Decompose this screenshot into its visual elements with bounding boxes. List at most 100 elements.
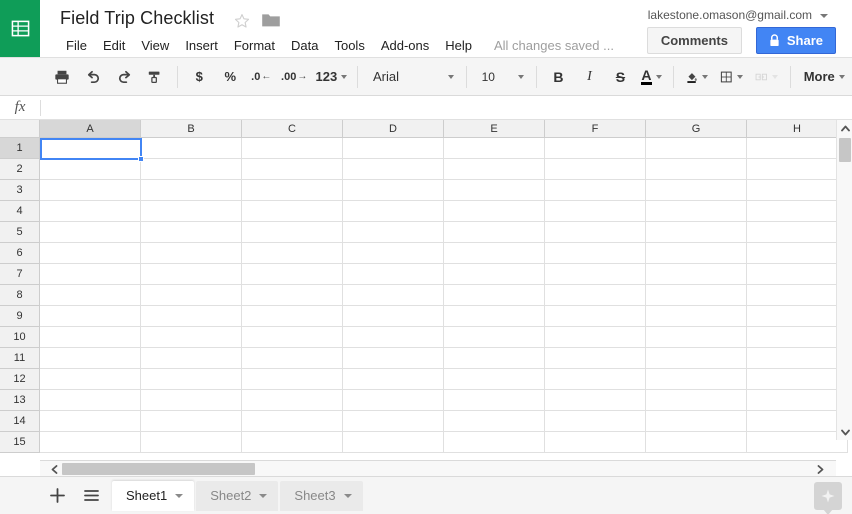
all-sheets-button[interactable] — [76, 481, 106, 511]
cell-B2[interactable] — [141, 159, 242, 180]
row-header-13[interactable]: 13 — [0, 390, 40, 411]
cell-G8[interactable] — [646, 285, 747, 306]
currency-format-button[interactable]: $ — [186, 63, 213, 90]
cell-C15[interactable] — [242, 432, 343, 453]
cell-C8[interactable] — [242, 285, 343, 306]
cell-A5[interactable] — [40, 222, 141, 243]
cell-E2[interactable] — [444, 159, 545, 180]
fill-color-button[interactable] — [682, 63, 713, 90]
cell-B5[interactable] — [141, 222, 242, 243]
cell-A4[interactable] — [40, 201, 141, 222]
cell-B11[interactable] — [141, 348, 242, 369]
select-all-corner[interactable] — [0, 120, 40, 138]
cell-G12[interactable] — [646, 369, 747, 390]
cell-A9[interactable] — [40, 306, 141, 327]
chevron-down-icon[interactable] — [343, 493, 352, 498]
cell-G7[interactable] — [646, 264, 747, 285]
formula-input[interactable] — [41, 96, 852, 119]
font-family-select[interactable]: Arial — [364, 63, 460, 90]
cell-E7[interactable] — [444, 264, 545, 285]
column-header-a[interactable]: A — [40, 120, 141, 138]
cell-E15[interactable] — [444, 432, 545, 453]
cell-A7[interactable] — [40, 264, 141, 285]
cell-H2[interactable] — [747, 159, 848, 180]
cell-H3[interactable] — [747, 180, 848, 201]
row-header-11[interactable]: 11 — [0, 348, 40, 369]
cell-D3[interactable] — [343, 180, 444, 201]
cell-C2[interactable] — [242, 159, 343, 180]
cell-H11[interactable] — [747, 348, 848, 369]
strikethrough-button[interactable]: S — [607, 63, 634, 90]
cell-G13[interactable] — [646, 390, 747, 411]
cell-F5[interactable] — [545, 222, 646, 243]
cell-E14[interactable] — [444, 411, 545, 432]
cell-C5[interactable] — [242, 222, 343, 243]
cell-D14[interactable] — [343, 411, 444, 432]
cell-E11[interactable] — [444, 348, 545, 369]
cell-D6[interactable] — [343, 243, 444, 264]
row-header-15[interactable]: 15 — [0, 432, 40, 453]
cell-F13[interactable] — [545, 390, 646, 411]
chevron-down-icon[interactable] — [820, 14, 828, 18]
undo-button[interactable] — [80, 63, 107, 90]
column-header-g[interactable]: G — [646, 120, 747, 138]
cell-G2[interactable] — [646, 159, 747, 180]
cell-E5[interactable] — [444, 222, 545, 243]
cell-F7[interactable] — [545, 264, 646, 285]
paint-format-button[interactable] — [142, 63, 169, 90]
row-header-6[interactable]: 6 — [0, 243, 40, 264]
menu-item-help[interactable]: Help — [437, 36, 480, 55]
cell-A14[interactable] — [40, 411, 141, 432]
row-header-5[interactable]: 5 — [0, 222, 40, 243]
column-header-f[interactable]: F — [545, 120, 646, 138]
cell-A3[interactable] — [40, 180, 141, 201]
menu-item-format[interactable]: Format — [226, 36, 283, 55]
cell-H15[interactable] — [747, 432, 848, 453]
folder-icon[interactable] — [261, 12, 281, 28]
cell-C10[interactable] — [242, 327, 343, 348]
cell-H14[interactable] — [747, 411, 848, 432]
cell-D7[interactable] — [343, 264, 444, 285]
cell-F2[interactable] — [545, 159, 646, 180]
scroll-up-button[interactable] — [837, 120, 852, 136]
cell-D12[interactable] — [343, 369, 444, 390]
vertical-scroll-thumb[interactable] — [839, 138, 851, 162]
cell-E13[interactable] — [444, 390, 545, 411]
cell-B3[interactable] — [141, 180, 242, 201]
merge-cells-button[interactable] — [751, 63, 782, 90]
cell-F3[interactable] — [545, 180, 646, 201]
redo-button[interactable] — [111, 63, 138, 90]
cell-F4[interactable] — [545, 201, 646, 222]
cell-B14[interactable] — [141, 411, 242, 432]
cell-D8[interactable] — [343, 285, 444, 306]
cell-B6[interactable] — [141, 243, 242, 264]
cell-B10[interactable] — [141, 327, 242, 348]
print-button[interactable] — [49, 63, 76, 90]
cell-F14[interactable] — [545, 411, 646, 432]
row-header-8[interactable]: 8 — [0, 285, 40, 306]
cell-H7[interactable] — [747, 264, 848, 285]
cell-E8[interactable] — [444, 285, 545, 306]
row-header-14[interactable]: 14 — [0, 411, 40, 432]
borders-button[interactable] — [716, 63, 747, 90]
cell-D15[interactable] — [343, 432, 444, 453]
cell-G11[interactable] — [646, 348, 747, 369]
scroll-left-button[interactable] — [46, 461, 62, 477]
cell-E9[interactable] — [444, 306, 545, 327]
cell-A13[interactable] — [40, 390, 141, 411]
sheet-tab-sheet2[interactable]: Sheet2 — [196, 480, 279, 511]
cell-C9[interactable] — [242, 306, 343, 327]
cell-G10[interactable] — [646, 327, 747, 348]
cell-H13[interactable] — [747, 390, 848, 411]
cell-A11[interactable] — [40, 348, 141, 369]
bold-button[interactable]: B — [545, 63, 572, 90]
cell-B7[interactable] — [141, 264, 242, 285]
percent-format-button[interactable]: % — [217, 63, 244, 90]
cell-H5[interactable] — [747, 222, 848, 243]
column-header-h[interactable]: H — [747, 120, 848, 138]
cell-F1[interactable] — [545, 138, 646, 159]
cell-H9[interactable] — [747, 306, 848, 327]
cell-H12[interactable] — [747, 369, 848, 390]
cell-F11[interactable] — [545, 348, 646, 369]
cell-F12[interactable] — [545, 369, 646, 390]
